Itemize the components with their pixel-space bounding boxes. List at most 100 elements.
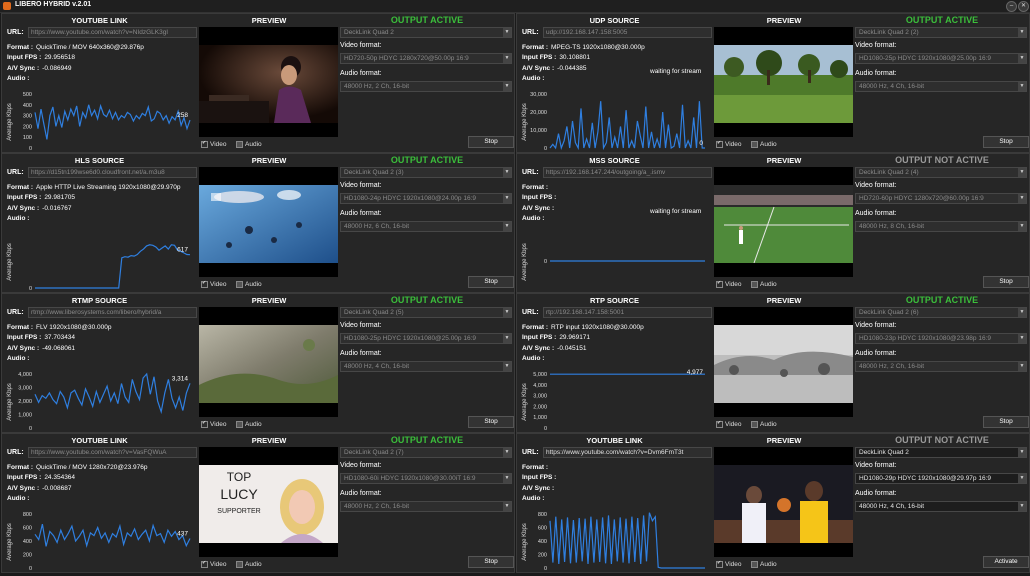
- audio-checkbox[interactable]: Audio: [236, 141, 262, 148]
- chevron-down-icon[interactable]: ▼: [1018, 54, 1026, 63]
- video-checkbox[interactable]: Video: [201, 141, 227, 148]
- device-select[interactable]: DeckLink Quad 2 (5) ▼: [340, 307, 512, 318]
- checkbox-icon[interactable]: [201, 281, 208, 288]
- chevron-down-icon[interactable]: ▼: [503, 474, 511, 483]
- url-input[interactable]: https://192.168.147.244/outgoing/a_.ismv: [543, 167, 712, 178]
- audio-format-select[interactable]: 48000 Hz, 2 Ch, 16-bit ▼: [340, 501, 512, 512]
- chevron-down-icon[interactable]: ▼: [503, 222, 511, 231]
- video-format-select[interactable]: HD720-50p HDYC 1280x720@50.00p 16:9 ▼: [340, 53, 512, 64]
- chevron-down-icon[interactable]: ▼: [503, 502, 511, 511]
- chevron-down-icon[interactable]: ▼: [1018, 194, 1026, 203]
- stop-button[interactable]: Stop: [468, 556, 514, 568]
- video-format-select[interactable]: HD720-60p HDYC 1280x720@60.00p 16:9 ▼: [855, 193, 1027, 204]
- url-input[interactable]: rtp://192.168.147.158:5001: [543, 307, 712, 318]
- video-format-select[interactable]: HD1080-29p HDYC 1920x1080@29.97p 16:9 ▼: [855, 473, 1027, 484]
- checkbox-icon[interactable]: [751, 281, 758, 288]
- chevron-down-icon[interactable]: ▼: [1018, 28, 1026, 37]
- video-format-select[interactable]: HD1080-25p HDYC 1920x1080@25.00p 16:9 ▼: [340, 333, 512, 344]
- checkbox-icon[interactable]: [716, 561, 723, 568]
- url-input[interactable]: https://d15tn199wse6d0.cloudfront.net/a.…: [28, 167, 197, 178]
- audio-checkbox[interactable]: Audio: [751, 141, 777, 148]
- y-tick-label: 1,000: [18, 413, 32, 419]
- stop-button[interactable]: Stop: [468, 416, 514, 428]
- chevron-down-icon[interactable]: ▼: [503, 82, 511, 91]
- checkbox-icon[interactable]: [751, 141, 758, 148]
- device-select[interactable]: DeckLink Quad 2 ▼: [340, 27, 512, 38]
- chevron-down-icon[interactable]: ▼: [1018, 448, 1026, 457]
- video-format-select[interactable]: HD1080-23p HDYC 1920x1080@23.98p 16:9 ▼: [855, 333, 1027, 344]
- audio-format-select[interactable]: 48000 Hz, 4 Ch, 16-bit ▼: [855, 81, 1027, 92]
- checkbox-icon[interactable]: [716, 421, 723, 428]
- video-checkbox[interactable]: Video: [716, 561, 742, 568]
- chevron-down-icon[interactable]: ▼: [1018, 502, 1026, 511]
- chevron-down-icon[interactable]: ▼: [1018, 308, 1026, 317]
- audio-checkbox[interactable]: Audio: [236, 561, 262, 568]
- chevron-down-icon[interactable]: ▼: [503, 54, 511, 63]
- chevron-down-icon[interactable]: ▼: [1018, 474, 1026, 483]
- checkbox-icon[interactable]: [201, 561, 208, 568]
- audio-format-select[interactable]: 48000 Hz, 4 Ch, 16-bit ▼: [855, 501, 1027, 512]
- minimize-icon[interactable]: –: [1006, 1, 1017, 12]
- stop-button[interactable]: Stop: [983, 416, 1029, 428]
- audio-format-select[interactable]: 48000 Hz, 4 Ch, 16-bit ▼: [340, 361, 512, 372]
- audio-checkbox[interactable]: Audio: [751, 281, 777, 288]
- checkbox-icon[interactable]: [201, 141, 208, 148]
- chevron-down-icon[interactable]: ▼: [503, 334, 511, 343]
- audio-checkbox[interactable]: Audio: [751, 421, 777, 428]
- audio-checkbox[interactable]: Audio: [236, 281, 262, 288]
- checkbox-icon[interactable]: [716, 281, 723, 288]
- checkbox-icon[interactable]: [236, 281, 243, 288]
- chevron-down-icon[interactable]: ▼: [1018, 362, 1026, 371]
- chevron-down-icon[interactable]: ▼: [503, 194, 511, 203]
- chevron-down-icon[interactable]: ▼: [1018, 168, 1026, 177]
- audio-format-select[interactable]: 48000 Hz, 2 Ch, 16-bit ▼: [340, 81, 512, 92]
- video-checkbox[interactable]: Video: [201, 281, 227, 288]
- device-select[interactable]: DeckLink Quad 2 (3) ▼: [340, 167, 512, 178]
- url-input[interactable]: udp://192.168.147.158:5005: [543, 27, 712, 38]
- video-format-select[interactable]: HD1080-60i HDYC 1920x1080@30.00iT 16:9 ▼: [340, 473, 512, 484]
- stop-button[interactable]: Stop: [983, 276, 1029, 288]
- device-select[interactable]: DeckLink Quad 2 (2) ▼: [855, 27, 1027, 38]
- video-checkbox[interactable]: Video: [201, 561, 227, 568]
- chevron-down-icon[interactable]: ▼: [503, 168, 511, 177]
- checkbox-icon[interactable]: [236, 561, 243, 568]
- url-input[interactable]: https://www.youtube.com/watch?v=NIdzGLK3…: [28, 27, 197, 38]
- audio-format-select[interactable]: 48000 Hz, 8 Ch, 16-bit ▼: [855, 221, 1027, 232]
- stop-button[interactable]: Stop: [983, 136, 1029, 148]
- video-checkbox[interactable]: Video: [201, 421, 227, 428]
- url-input[interactable]: https://www.youtube.com/watch?v=Dvm6FmT3…: [543, 447, 712, 458]
- stop-button[interactable]: Stop: [468, 276, 514, 288]
- checkbox-icon[interactable]: [751, 421, 758, 428]
- checkbox-icon[interactable]: [236, 141, 243, 148]
- checkbox-icon[interactable]: [236, 421, 243, 428]
- audio-checkbox[interactable]: Audio: [236, 421, 262, 428]
- video-checkbox[interactable]: Video: [716, 421, 742, 428]
- checkbox-icon[interactable]: [751, 561, 758, 568]
- video-format-select[interactable]: HD1080-25p HDYC 1920x1080@25.00p 16:9 ▼: [855, 53, 1027, 64]
- audio-checkbox[interactable]: Audio: [751, 561, 777, 568]
- url-input[interactable]: https://www.youtube.com/watch?v=VasFQWuA: [28, 447, 197, 458]
- audio-format-select[interactable]: 48000 Hz, 6 Ch, 16-bit ▼: [340, 221, 512, 232]
- chevron-down-icon[interactable]: ▼: [503, 362, 511, 371]
- activate-button[interactable]: Activate: [983, 556, 1029, 568]
- chevron-down-icon[interactable]: ▼: [503, 28, 511, 37]
- chevron-down-icon[interactable]: ▼: [1018, 222, 1026, 231]
- chevron-down-icon[interactable]: ▼: [503, 308, 511, 317]
- device-select[interactable]: DeckLink Quad 2 ▼: [855, 447, 1027, 458]
- device-select[interactable]: DeckLink Quad 2 (6) ▼: [855, 307, 1027, 318]
- fps-label: Input FPS :: [522, 54, 557, 61]
- close-icon[interactable]: ✕: [1018, 1, 1029, 12]
- audio-format-select[interactable]: 48000 Hz, 2 Ch, 16-bit ▼: [855, 361, 1027, 372]
- video-checkbox[interactable]: Video: [716, 281, 742, 288]
- video-checkbox[interactable]: Video: [716, 141, 742, 148]
- chevron-down-icon[interactable]: ▼: [1018, 82, 1026, 91]
- checkbox-icon[interactable]: [716, 141, 723, 148]
- chevron-down-icon[interactable]: ▼: [503, 448, 511, 457]
- device-select[interactable]: DeckLink Quad 2 (4) ▼: [855, 167, 1027, 178]
- chevron-down-icon[interactable]: ▼: [1018, 334, 1026, 343]
- stop-button[interactable]: Stop: [468, 136, 514, 148]
- checkbox-icon[interactable]: [201, 421, 208, 428]
- device-select[interactable]: DeckLink Quad 2 (7) ▼: [340, 447, 512, 458]
- url-input[interactable]: rtmp://www.liberosystems.com/libero/hybr…: [28, 307, 197, 318]
- video-format-select[interactable]: HD1080-24p HDYC 1920x1080@24.00p 16:9 ▼: [340, 193, 512, 204]
